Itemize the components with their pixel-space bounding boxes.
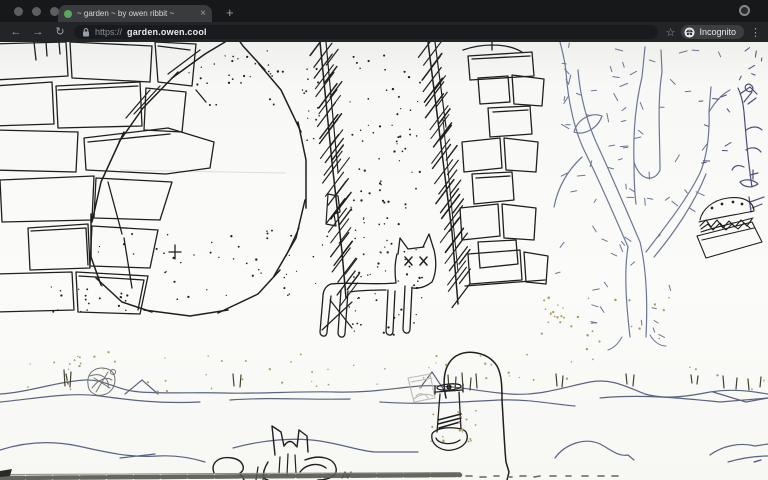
tab-strip: ~ garden ~ by owen ribbit ~ × + [0,0,768,22]
traffic-lights [14,7,59,16]
lock-icon [82,28,90,37]
bookmark-star-icon[interactable]: ☆ [666,26,676,39]
tab-favicon-icon [64,10,72,18]
incognito-label: Incognito [699,27,736,37]
browser-window: ~ garden ~ by owen ribbit ~ × + ← → ↻ ht… [0,0,768,480]
incognito-badge: Incognito [681,25,744,39]
address-bar[interactable]: https:// garden.owen.cool [74,25,658,39]
back-button[interactable]: ← [8,25,24,39]
url-host: garden.owen.cool [127,27,207,37]
garden-sketch [0,42,768,480]
purple-leaf-dashes [699,48,762,164]
gravel-path-dots [51,50,423,336]
brick-wall-left [0,42,214,314]
browser-menu-icon[interactable]: ⋮ [750,26,760,39]
tab-close-icon[interactable]: × [200,9,206,19]
flower-plant [732,84,764,462]
close-window-button[interactable] [14,7,23,16]
tab-garden[interactable]: ~ garden ~ by owen ribbit ~ × [58,5,212,22]
zoom-window-button[interactable] [50,7,59,16]
cat-with-x-eyes [320,234,436,337]
browser-toolbar: ← → ↻ https:// garden.owen.cool ☆ Incogni… [0,22,768,42]
grass-tufts [64,370,761,391]
reload-button[interactable]: ↻ [52,25,68,39]
sand-specks [27,297,764,443]
forward-button[interactable]: → [30,25,46,39]
spool-with-long-line [432,352,509,480]
pond-waterline [0,372,768,462]
url-scheme: https:// [95,27,122,37]
new-tab-button[interactable]: + [226,6,234,19]
submerged-cat [213,426,351,480]
sketch-tree [554,42,730,350]
garden-drawing-canvas[interactable] [0,42,768,480]
soil-band [0,469,618,478]
tab-title: ~ garden ~ by owen ribbit ~ [77,9,195,18]
cat-x-eye-left [405,257,412,265]
burger-doodle [697,198,762,258]
incognito-spy-icon [684,27,695,38]
minimize-window-button[interactable] [32,7,41,16]
brick-column-right [460,42,548,286]
incognito-profile-icon[interactable] [739,5,750,16]
cat-x-eye-right [420,257,427,265]
